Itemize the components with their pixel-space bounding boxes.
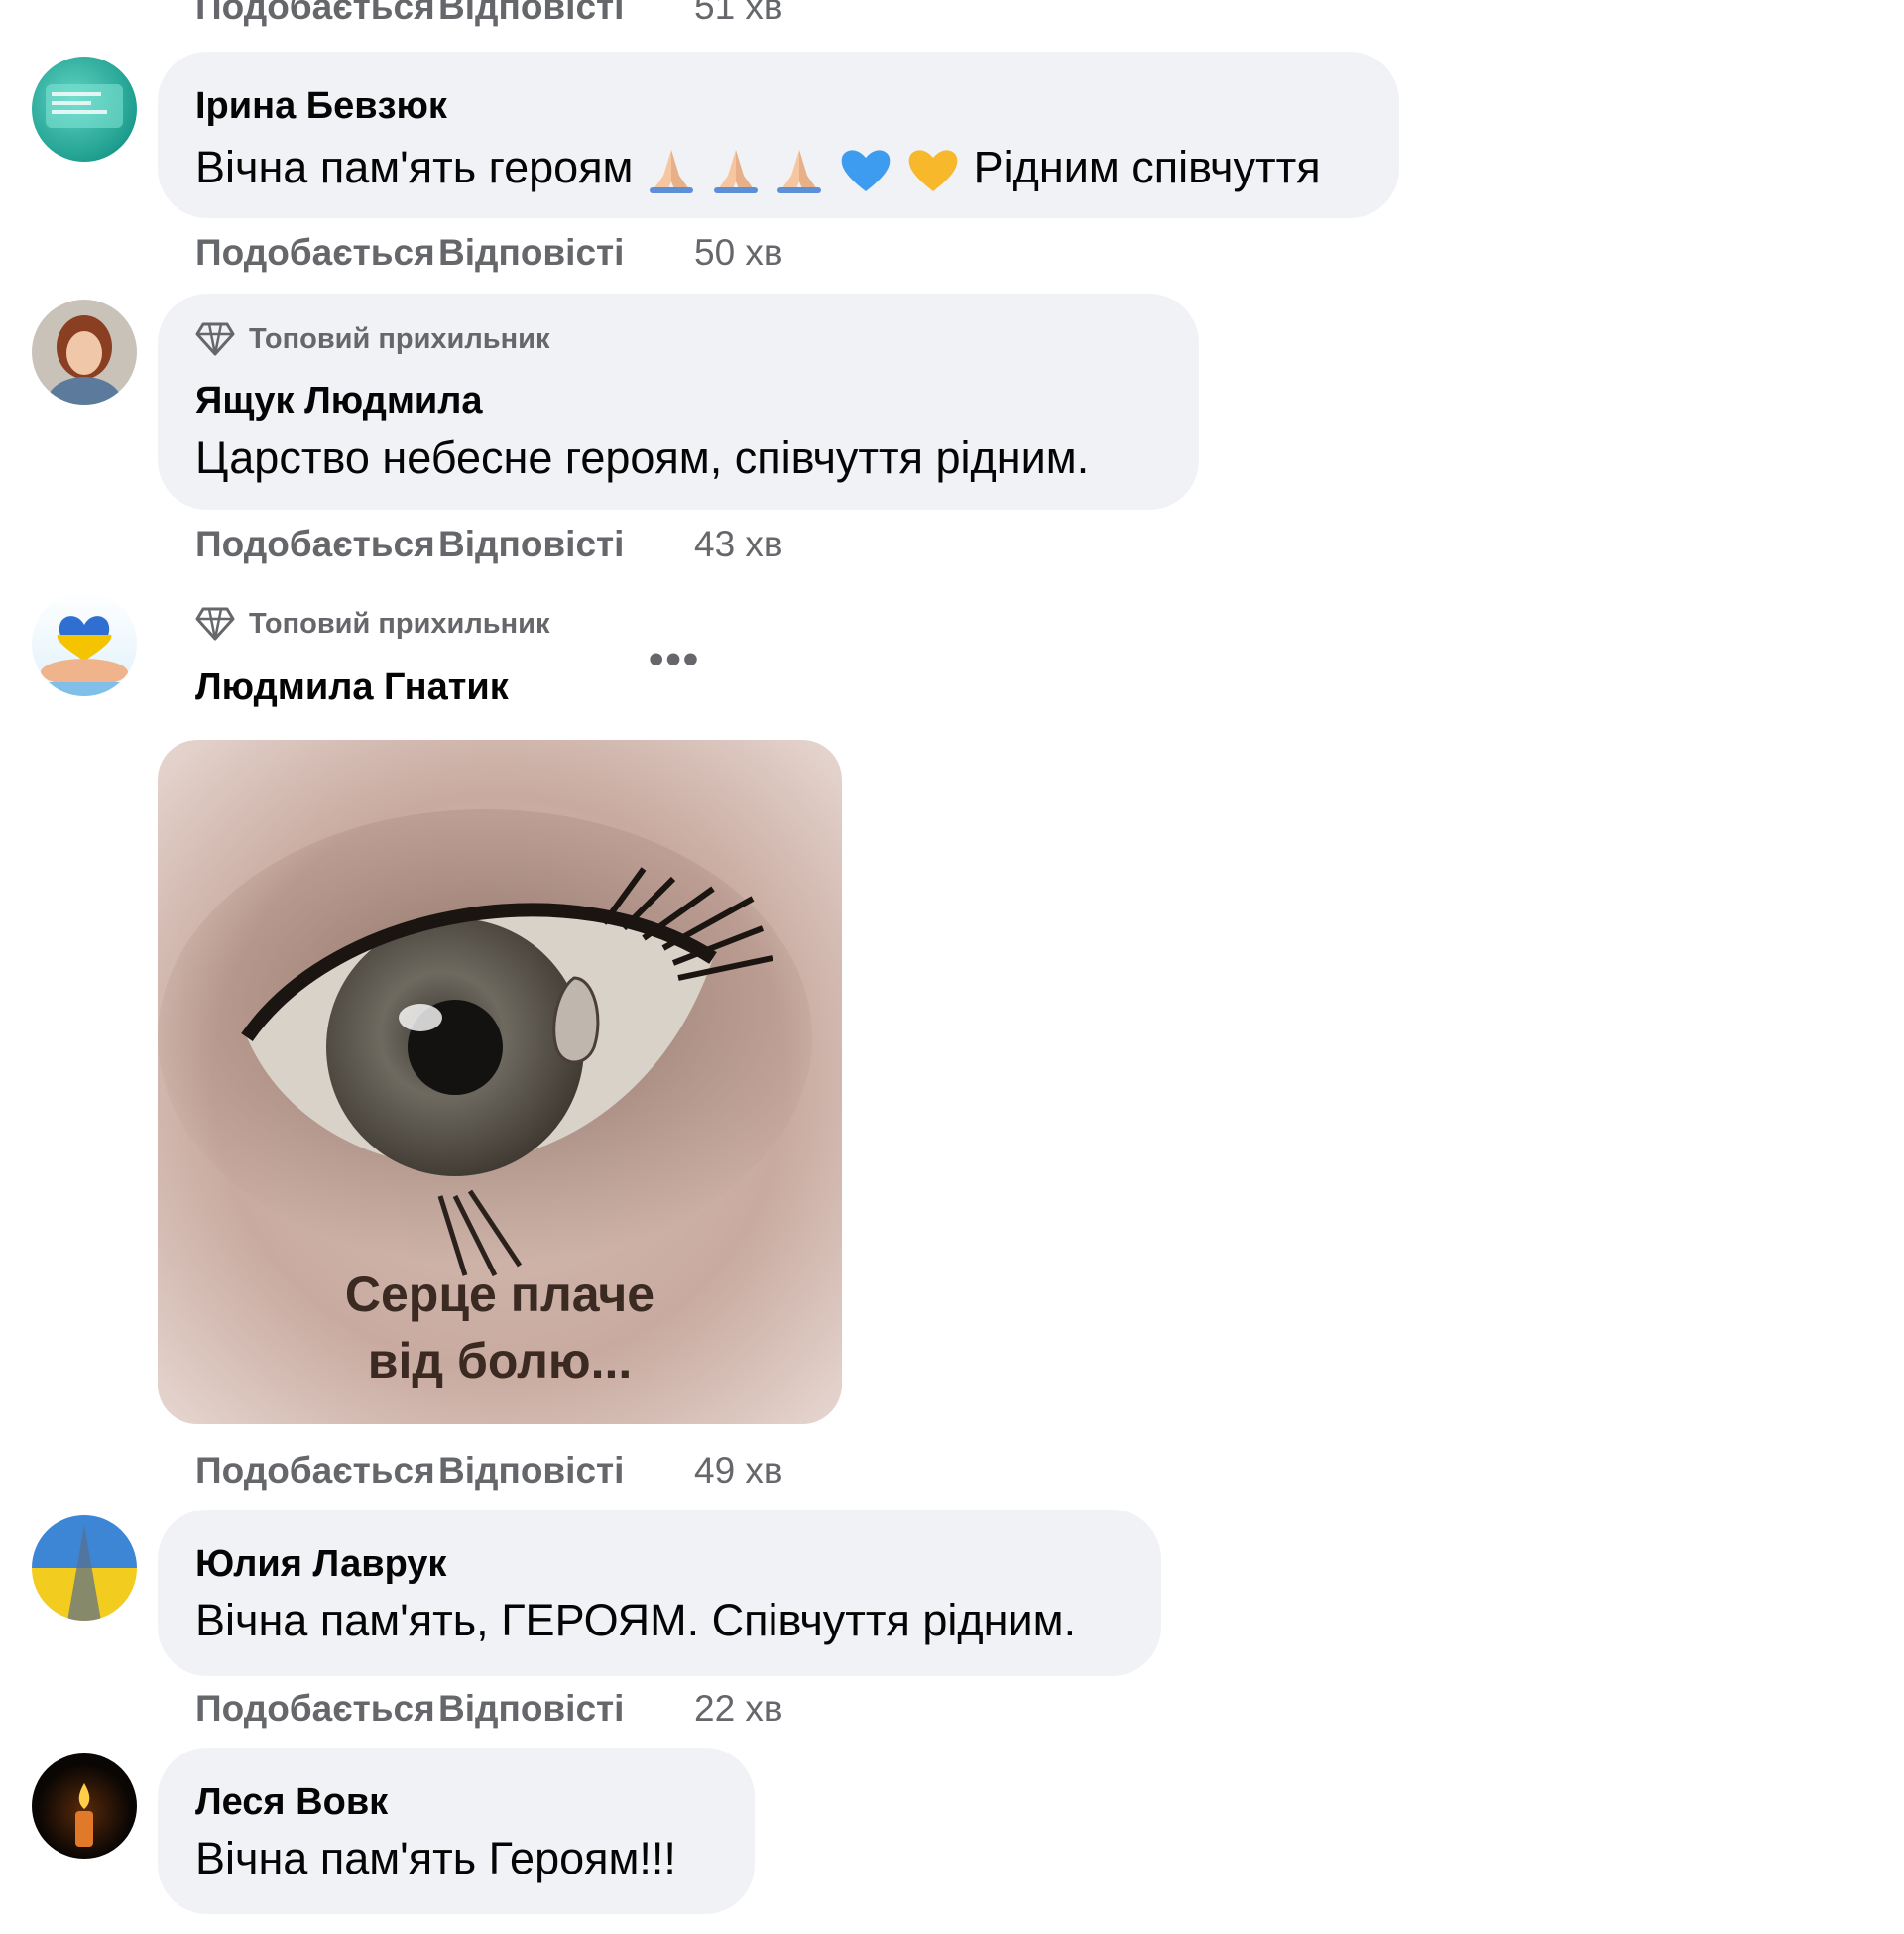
diamond-icon bbox=[195, 322, 235, 356]
avatar-image bbox=[75, 1783, 93, 1847]
comment-text: Вічна пам'ять Героям!!! bbox=[195, 1833, 676, 1883]
comment-bubble bbox=[158, 1510, 1161, 1676]
comment-time[interactable]: 51 хв bbox=[694, 0, 783, 28]
folded-hands-icon bbox=[777, 150, 822, 194]
image-caption-line2: від болю... bbox=[367, 1333, 633, 1389]
reply-button[interactable]: Відповісті bbox=[438, 1688, 694, 1730]
avatar-image bbox=[67, 1525, 101, 1621]
comment-text-part: Вічна пам'ять героям bbox=[195, 142, 634, 192]
comment-time[interactable]: 49 хв bbox=[694, 1450, 783, 1492]
badge-label: Топовий прихильник bbox=[249, 607, 550, 640]
comment-text-part: Рідним співчуття bbox=[973, 142, 1321, 192]
diamond-icon bbox=[195, 607, 235, 641]
reply-button[interactable]: Відповісті bbox=[438, 232, 694, 274]
avatar-image bbox=[32, 616, 137, 696]
comment-author[interactable]: Леся Вовк bbox=[195, 1781, 388, 1824]
comment-bubble bbox=[158, 1748, 755, 1914]
avatar-image bbox=[46, 84, 123, 128]
like-button[interactable]: Подобається bbox=[195, 1450, 438, 1492]
top-fan-badge: Топовий прихильник bbox=[195, 322, 550, 356]
comment-actions: Подобається Відповісті 51 хв bbox=[195, 0, 783, 28]
like-button[interactable]: Подобається bbox=[195, 232, 438, 274]
like-button[interactable]: Подобається bbox=[195, 0, 438, 28]
comment-actions: Подобається Відповісті 50 хв bbox=[195, 232, 783, 274]
comment-author[interactable]: Ірина Бевзюк bbox=[195, 85, 447, 128]
emoji-row bbox=[646, 142, 974, 194]
comment-text: Вічна пам'ять героям Рідним співчуття bbox=[195, 142, 1321, 195]
blue-heart-icon bbox=[841, 150, 890, 192]
comment-time[interactable]: 50 хв bbox=[694, 232, 783, 274]
folded-hands-icon bbox=[650, 150, 694, 194]
avatar[interactable] bbox=[32, 1753, 137, 1859]
comment-actions: Подобається Відповісті 22 хв bbox=[195, 1688, 783, 1730]
comment-time[interactable]: 22 хв bbox=[694, 1688, 783, 1730]
image-caption-line1: Серце плаче bbox=[344, 1267, 655, 1322]
avatar[interactable] bbox=[32, 300, 137, 405]
avatar-image bbox=[47, 315, 122, 405]
comment-author[interactable]: Юлия Лаврук bbox=[195, 1543, 446, 1586]
more-options-button[interactable]: ••• bbox=[649, 635, 700, 684]
reply-button[interactable]: Відповісті bbox=[438, 524, 694, 565]
folded-hands-icon bbox=[713, 150, 758, 194]
comment-author[interactable]: Ящук Людмила bbox=[195, 380, 483, 423]
avatar[interactable] bbox=[32, 57, 137, 162]
avatar[interactable] bbox=[32, 1515, 137, 1621]
comment-image[interactable]: Серце плаче від болю... bbox=[158, 740, 842, 1424]
comment-time[interactable]: 43 хв bbox=[694, 524, 783, 565]
yellow-heart-icon bbox=[908, 150, 958, 192]
like-button[interactable]: Подобається bbox=[195, 1688, 438, 1730]
badge-label: Топовий прихильник bbox=[249, 322, 550, 355]
comment-actions: Подобається Відповісті 49 хв bbox=[195, 1450, 783, 1492]
comment-author[interactable]: Людмила Гнатик bbox=[195, 666, 509, 709]
like-button[interactable]: Подобається bbox=[195, 524, 438, 565]
reply-button[interactable]: Відповісті bbox=[438, 0, 694, 28]
avatar[interactable] bbox=[32, 591, 137, 696]
comment-text: Вічна пам'ять, ГЕРОЯМ. Співчуття рідним. bbox=[195, 1595, 1077, 1645]
reply-button[interactable]: Відповісті bbox=[438, 1450, 694, 1492]
comment-text: Царство небесне героям, співчуття рідним… bbox=[195, 432, 1090, 483]
top-fan-badge: Топовий прихильник bbox=[195, 607, 550, 641]
comment-actions: Подобається Відповісті 43 хв bbox=[195, 524, 783, 565]
